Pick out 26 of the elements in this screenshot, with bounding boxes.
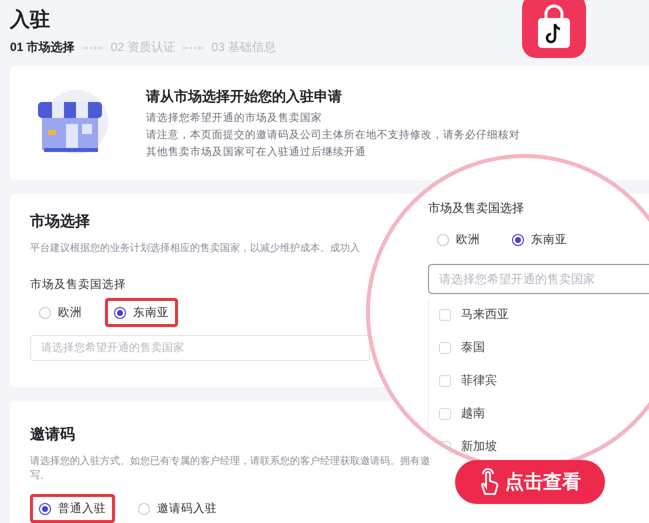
section-description: 平台建议根据您的业务计划选择相应的售卖国家，以减少维护成本。成功入: [30, 242, 360, 255]
country-option[interactable]: 越南: [429, 397, 649, 430]
radio-option[interactable]: 欧洲: [30, 298, 91, 327]
radio-option[interactable]: 欧洲: [428, 225, 489, 254]
notice-text: 请选择您希望开通的市场及售卖国家: [146, 110, 322, 124]
page-title: 入驻: [10, 8, 51, 33]
field-label: 市场及售卖国选择: [30, 277, 126, 292]
section-description: 写。: [30, 469, 50, 482]
notice-text: 其他售卖市场及国家可在入驻通过后继续开通: [146, 144, 366, 158]
tap-hand-icon: [479, 468, 499, 496]
field-label: 市场及售卖国选择: [428, 200, 524, 217]
radio-option[interactable]: 东南亚: [105, 298, 178, 327]
country-select-field[interactable]: 请选择您希望开通的售卖国家: [428, 264, 649, 294]
notice-text: 请注意，本页面提交的邀请码及公司主体所在地不支持修改，请务必仔细核对: [146, 128, 520, 142]
step-tab[interactable]: 01 市场选择: [10, 39, 75, 56]
country-option[interactable]: 马来西亚: [429, 298, 649, 331]
section-heading: 邀请码: [30, 425, 75, 444]
radio-option[interactable]: 东南亚: [503, 225, 576, 254]
radio-option[interactable]: 普通入驻: [30, 494, 115, 523]
section-description: 请选择您的入驻方式。如您已有专属的客户经理，请联系您的客户经理获取邀请码。拥有邀: [30, 454, 430, 468]
radio-option[interactable]: 邀请码入驻: [129, 494, 226, 523]
country-option[interactable]: 菲律宾: [429, 364, 649, 397]
country-option[interactable]: 泰国: [429, 331, 649, 364]
notice-heading: 请从市场选择开始您的入驻申请: [146, 88, 342, 106]
section-heading: 市场选择: [30, 212, 90, 231]
view-button[interactable]: 点击查看: [455, 460, 605, 504]
